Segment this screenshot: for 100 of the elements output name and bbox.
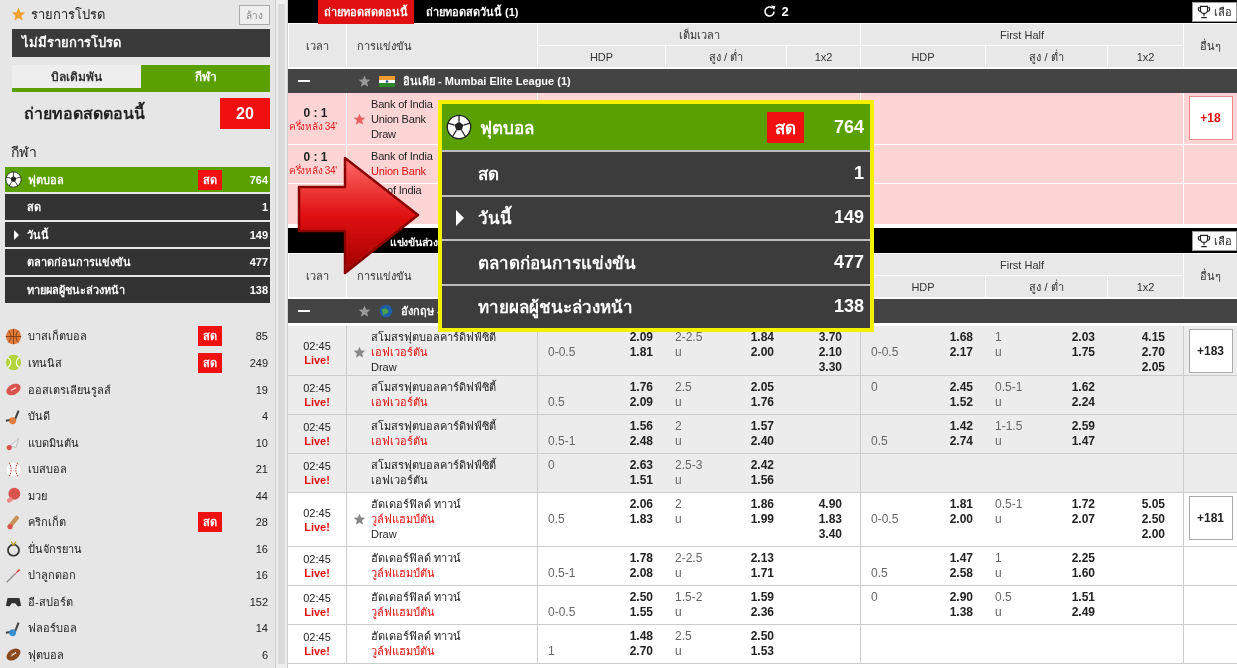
sport-item[interactable]: เทนนิส สด 249 [5,349,270,377]
odds-value[interactable]: 1.51 [1071,590,1095,605]
away-team[interactable]: เอฟเวอร์ตัน [371,473,496,488]
odds-value[interactable]: 5.05 [1141,497,1165,512]
sport-item[interactable]: คริกเก็ต สด 28 [5,508,270,536]
away-team[interactable]: Union Bank [371,112,433,127]
sub-menu-item[interactable]: สด 1 [5,194,270,220]
sport-item[interactable]: แบดมินตัน 10 [5,429,270,456]
odds-value[interactable]: 1.56 [750,473,774,488]
away-team[interactable]: Union Bank [371,164,433,179]
odds-value[interactable]: 2.48 [629,434,653,449]
odds-value[interactable]: 2.50 [1141,512,1165,527]
odds-value[interactable]: 2.58 [949,566,973,581]
odds-value[interactable]: 1.83 [818,512,842,527]
odds-value[interactable]: 1.81 [629,345,653,360]
home-team[interactable]: สโมสรฟุตบอลคาร์ดิฟฟ์ซิตี้ [371,458,496,473]
away-team[interactable]: วูล์ฟแฮมป์ตัน [371,605,462,620]
refresh-icon[interactable] [761,4,777,19]
home-team[interactable]: ฮัดเดอร์ฟิลด์ ทาวน์ [371,551,462,566]
star-icon[interactable] [353,346,366,359]
sub-menu-item[interactable]: ทายผลผู้ชนะล่วงหน้า 138 [442,283,870,328]
odds-value[interactable]: 1.38 [949,605,973,620]
odds-value[interactable]: 2.03 [1071,330,1095,345]
odds-value[interactable]: 2.00 [949,512,973,527]
home-team[interactable]: Bank of India [371,149,433,164]
away-team[interactable]: วูล์ฟแฮมป์ตัน [371,644,462,659]
tab[interactable]: ถ่ายทอดสดตอนนี้ [318,0,414,24]
odds-value[interactable]: 1.47 [949,551,973,566]
sport-item[interactable]: เบสบอล 21 [5,455,270,483]
home-team[interactable]: สโมสรฟุตบอลคาร์ดิฟฟ์ซิตี้ [371,330,496,345]
sub-menu-item[interactable]: ตลาดก่อนการแข่งขัน 477 [5,249,270,275]
home-team[interactable]: ฮัดเดอร์ฟิลด์ ทาวน์ [371,629,462,644]
odds-value[interactable]: 1.76 [750,395,774,410]
odds-value[interactable]: 2.09 [629,330,653,345]
odds-value[interactable]: 1.48 [629,629,653,644]
odds-value[interactable]: 1.76 [629,380,653,395]
star-icon[interactable] [353,513,366,526]
home-team[interactable]: สโมสรฟุตบอลคาร์ดิฟฟ์ซิตี้ [371,419,496,434]
select-button[interactable]: เลือ [1192,230,1237,251]
home-team[interactable]: ฮัดเดอร์ฟิลด์ ทาวน์ [371,590,462,605]
odds-value[interactable]: 4.90 [818,497,842,512]
away-team[interactable]: เอฟเวอร์ตัน [371,345,496,360]
odds-value[interactable]: 2.05 [750,380,774,395]
odds-value[interactable]: 2.36 [750,605,774,620]
odds-value[interactable]: 2.07 [1071,512,1095,527]
odds-value[interactable]: 1.99 [750,512,774,527]
odds-value[interactable]: 3.30 [818,360,842,375]
star-icon[interactable] [358,304,371,318]
odds-value[interactable]: 1.84 [750,330,774,345]
sub-menu-item[interactable]: วันนี้ 149 [442,194,870,239]
odds-value[interactable]: 2.10 [818,345,842,360]
sport-item[interactable]: ปั่นจักรยาน 16 [5,535,270,562]
home-team[interactable]: Bank of India [371,97,433,112]
tab[interactable]: บิลเดิมพัน [12,65,141,89]
sub-menu-item[interactable]: ทายผลผู้ชนะล่วงหน้า 138 [5,277,270,303]
tab[interactable]: ถ่ายทอดสดวันนี้ (1) [420,0,525,24]
more-bets-button[interactable]: +18 [1188,96,1233,140]
odds-value[interactable]: 2.05 [1141,360,1165,375]
sport-item[interactable]: ฟลอร์บอล 14 [5,615,270,642]
odds-value[interactable]: 2.59 [1071,419,1095,434]
odds-value[interactable]: 2.74 [949,434,973,449]
odds-value[interactable]: 1.86 [750,497,774,512]
away-team[interactable]: เอฟเวอร์ตัน [371,434,496,449]
away-team[interactable]: เอฟเวอร์ตัน [371,395,496,410]
sport-item[interactable]: บันดี 4 [5,402,270,430]
odds-value[interactable]: 2.42 [750,458,774,473]
live-count-badge[interactable]: 20 [220,97,270,129]
odds-value[interactable]: 1.42 [949,419,973,434]
odds-value[interactable]: 1.47 [1071,434,1095,449]
odds-value[interactable]: 1.71 [750,566,774,581]
odds-value[interactable]: 2.09 [629,395,653,410]
home-team[interactable]: ฮัดเดอร์ฟิลด์ ทาวน์ [371,497,462,512]
away-team[interactable]: วูล์ฟแฮมป์ตัน [371,512,462,527]
sub-menu-item[interactable]: วันนี้ 149 [5,221,270,248]
odds-value[interactable]: 1.59 [750,590,774,605]
odds-value[interactable]: 2.40 [750,434,774,449]
odds-value[interactable]: 1.53 [750,644,774,659]
sport-item[interactable]: ฟุตบอล สด 764 [5,166,270,193]
odds-value[interactable]: 1.83 [629,512,653,527]
odds-value[interactable]: 2.50 [750,629,774,644]
odds-value[interactable]: 2.49 [1071,605,1095,620]
odds-value[interactable]: 2.50 [629,590,653,605]
odds-value[interactable]: 1.57 [750,419,774,434]
sport-item[interactable]: อี-สปอร์ต 152 [5,588,270,616]
odds-value[interactable]: 1.51 [629,473,653,488]
odds-value[interactable]: 2.06 [629,497,653,512]
odds-value[interactable]: 2.70 [1141,345,1165,360]
odds-value[interactable]: 2.45 [949,380,973,395]
odds-value[interactable]: 1.72 [1071,497,1095,512]
odds-value[interactable]: 4.15 [1141,330,1165,345]
select-button[interactable]: เลือ [1192,1,1237,22]
odds-value[interactable]: 2.90 [949,590,973,605]
odds-value[interactable]: 1.75 [1071,345,1095,360]
star-icon[interactable] [358,74,371,88]
away-team[interactable]: วูล์ฟแฮมป์ตัน [371,566,462,581]
odds-value[interactable]: 1.55 [629,605,653,620]
more-bets-button[interactable]: +183 [1188,329,1233,373]
sub-menu-item[interactable]: สด 1 [442,150,870,195]
sport-item[interactable]: ปาลูกดอก 16 [5,561,270,589]
odds-value[interactable]: 1.56 [629,419,653,434]
